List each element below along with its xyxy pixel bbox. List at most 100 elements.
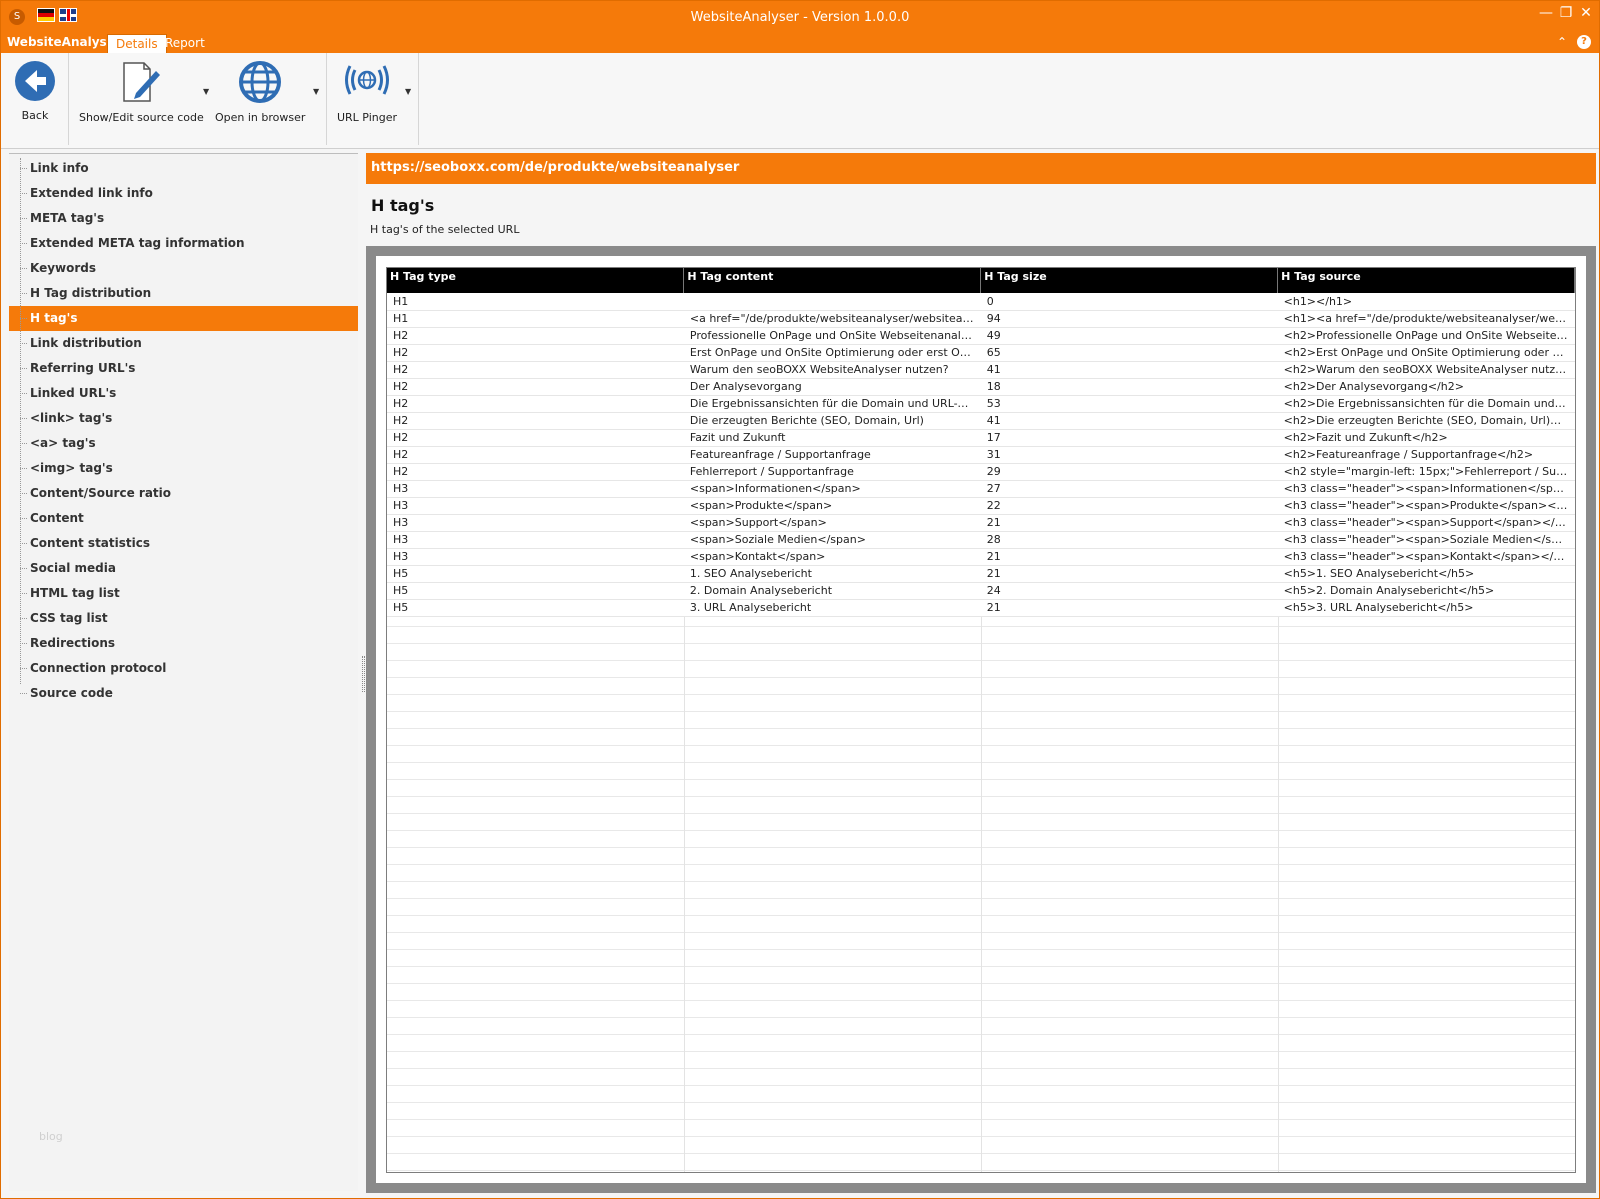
tree-item[interactable]: H Tag distribution <box>9 281 358 306</box>
tree-item[interactable]: Source code <box>9 681 358 706</box>
tree-item[interactable]: Social media <box>9 556 358 581</box>
tree-item[interactable]: Referring URL's <box>9 356 358 381</box>
table-cell: <h3 class="header"><span>Soziale Medien<… <box>1277 531 1575 549</box>
maximize-button[interactable]: ❐ <box>1559 5 1573 21</box>
column-header-content[interactable]: H Tag content <box>683 268 982 293</box>
table-cell: 21 <box>980 565 1278 583</box>
table-row[interactable]: H3 <span>Produkte</span> 22 <h3 class="head… <box>387 497 1575 515</box>
table-row[interactable]: H2 Featureanfrage / Supportanfrage 31 <h2>F… <box>387 446 1575 464</box>
table-cell: 27 <box>980 480 1278 498</box>
tab-report[interactable]: Report <box>157 34 213 53</box>
tree-item[interactable]: META tag's <box>9 206 358 231</box>
table-cell: <h2>Erst OnPage und OnSite Optimierung o… <box>1277 344 1575 362</box>
tree-item[interactable]: HTML tag list <box>9 581 358 606</box>
back-button[interactable]: Back <box>13 59 57 122</box>
table-row[interactable]: H1 0 <h1></h1> <box>387 293 1575 311</box>
table-cell: 29 <box>980 463 1278 481</box>
tree-item[interactable]: Connection protocol <box>9 656 358 681</box>
table-cell: H2 <box>387 429 684 447</box>
table-cell: 28 <box>980 531 1278 549</box>
table-row[interactable]: H2 Erst OnPage und OnSite Optimierung ode… <box>387 344 1575 362</box>
table-row[interactable]: H2 Der Analysevorgang 18 <h2>Der Analysevor… <box>387 378 1575 396</box>
table-row[interactable]: H2 Fehlerreport / Supportanfrage 29 <h2 sty… <box>387 463 1575 481</box>
tree-item[interactable]: H tag's <box>9 306 358 331</box>
table-row[interactable]: H2 Die Ergebnissansichten für die Domain … <box>387 395 1575 413</box>
table-row[interactable]: H2 Die erzeugten Berichte (SEO, Domain, U… <box>387 412 1575 430</box>
show-edit-label: Show/Edit source code <box>79 111 204 124</box>
table-cell: Erst OnPage und OnSite Optimierung oder … <box>683 344 981 362</box>
tree-list: Link info Extended link info META tag's Ext… <box>9 154 358 706</box>
show-edit-source-button[interactable]: Show/Edit source code <box>79 59 204 124</box>
table-row[interactable]: H2 Fazit und Zukunft 17 <h2>Fazit und Zukun… <box>387 429 1575 447</box>
table-cell: <h5>3. URL Analysebericht</h5> <box>1277 599 1575 617</box>
table-cell: <span>Informationen</span> <box>683 480 981 498</box>
table-cell: <h3 class="header"><span>Informationen</… <box>1277 480 1575 498</box>
table-cell: Der Analysevorgang <box>683 378 981 396</box>
table-cell: Featureanfrage / Supportanfrage <box>683 446 981 464</box>
open-browser-dropdown-icon[interactable]: ▼ <box>313 87 319 96</box>
table-cell: 65 <box>980 344 1278 362</box>
table-row[interactable]: H3 <span>Support</span> 21 <h3 class="heade… <box>387 514 1575 532</box>
tree-item[interactable]: Extended link info <box>9 181 358 206</box>
table-cell: <span>Produkte</span> <box>683 497 981 515</box>
tree-item[interactable]: Linked URL's <box>9 381 358 406</box>
sidebar-faint-text: blog <box>39 1130 63 1143</box>
open-in-browser-button[interactable]: Open in browser <box>215 59 305 124</box>
splitter-handle[interactable] <box>362 656 365 692</box>
table-cell: <h1></h1> <box>1277 293 1575 311</box>
collapse-ribbon-icon[interactable]: ⌃ <box>1557 35 1567 49</box>
url-pinger-button[interactable]: URL Pinger <box>336 59 398 124</box>
table-row[interactable]: H5 3. URL Analysebericht 21 <h5>3. URL Anal… <box>387 599 1575 617</box>
minimize-button[interactable]: — <box>1539 5 1553 21</box>
table-cell: 53 <box>980 395 1278 413</box>
table-cell: <h2>Warum den seoBOXX WebsiteAnalyser nu… <box>1277 361 1575 379</box>
table-row[interactable]: H5 2. Domain Analysebericht 24 <h5>2. Domai… <box>387 582 1575 600</box>
show-edit-dropdown-icon[interactable]: ▼ <box>203 87 209 96</box>
app-menu-brand[interactable]: WebsiteAnalyser <box>7 35 121 49</box>
tree-item[interactable]: <a> tag's <box>9 431 358 456</box>
close-button[interactable]: ✕ <box>1579 5 1593 21</box>
column-header-size[interactable]: H Tag size <box>980 268 1279 293</box>
table-row[interactable]: H5 1. SEO Analysebericht 21 <h5>1. SEO Anal… <box>387 565 1575 583</box>
help-icon[interactable]: ? <box>1577 35 1591 49</box>
table-cell: 2. Domain Analysebericht <box>683 582 981 600</box>
table-row[interactable]: H3 <span>Soziale Medien</span> 28 <h3 class… <box>387 531 1575 549</box>
table-cell: H2 <box>387 327 684 345</box>
table-cell: <span>Kontakt</span> <box>683 548 981 566</box>
table-cell: H2 <box>387 344 684 362</box>
tree-item[interactable]: Content/Source ratio <box>9 481 358 506</box>
tree-item[interactable]: Content <box>9 506 358 531</box>
tree-item[interactable]: Extended META tag information <box>9 231 358 256</box>
tree-item[interactable]: Content statistics <box>9 531 358 556</box>
table-cell: H3 <box>387 497 684 515</box>
tree-item[interactable]: Keywords <box>9 256 358 281</box>
table-cell: 21 <box>980 514 1278 532</box>
tree-item[interactable]: Link distribution <box>9 331 358 356</box>
url-pinger-dropdown-icon[interactable]: ▼ <box>405 87 411 96</box>
navigation-tree: Link info Extended link info META tag's Ext… <box>9 153 358 1191</box>
tree-item[interactable]: Redirections <box>9 631 358 656</box>
table-row[interactable]: H3 <span>Informationen</span> 27 <h3 class=… <box>387 480 1575 498</box>
page-title: H tag's <box>371 196 435 215</box>
tree-item[interactable]: CSS tag list <box>9 606 358 631</box>
table-row[interactable]: H1 <a href="/de/produkte/websiteanalyser/… <box>387 310 1575 328</box>
table-cell: 41 <box>980 361 1278 379</box>
h-tags-table: H Tag type H Tag content H Tag size H Ta… <box>387 268 1575 617</box>
table-cell: <a href="/de/produkte/websiteanalyser/we… <box>683 310 981 328</box>
table-cell: H3 <box>387 548 684 566</box>
selected-url-bar: https://seoboxx.com/de/produkte/websitea… <box>366 153 1596 184</box>
table-cell: 18 <box>980 378 1278 396</box>
table-cell: 24 <box>980 582 1278 600</box>
column-header-source[interactable]: H Tag source <box>1277 268 1575 293</box>
column-header-type[interactable]: H Tag type <box>387 268 685 293</box>
tree-item[interactable]: Link info <box>9 156 358 181</box>
table-header-row: H Tag type H Tag content H Tag size H Ta… <box>387 268 1575 293</box>
table-row[interactable]: H2 Professionelle OnPage und OnSite Webse… <box>387 327 1575 345</box>
table-row[interactable]: H3 <span>Kontakt</span> 21 <h3 class="heade… <box>387 548 1575 566</box>
table-row[interactable]: H2 Warum den seoBOXX WebsiteAnalyser nutz… <box>387 361 1575 379</box>
table-cell: <h2>Die erzeugten Berichte (SEO, Domain,… <box>1277 412 1575 430</box>
tree-item[interactable]: <img> tag's <box>9 456 358 481</box>
h-tags-grid[interactable]: H Tag type H Tag content H Tag size H Ta… <box>386 267 1576 1173</box>
tree-item[interactable]: <link> tag's <box>9 406 358 431</box>
back-arrow-icon <box>15 61 55 101</box>
